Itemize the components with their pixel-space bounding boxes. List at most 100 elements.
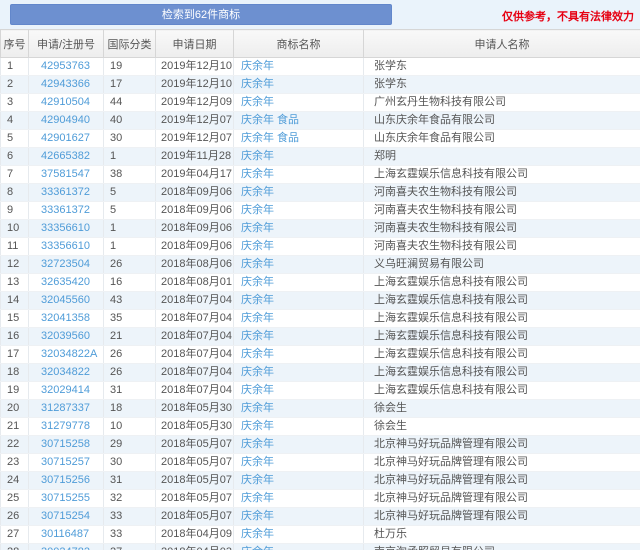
- trademark-name-link[interactable]: 庆余年: [234, 474, 274, 486]
- trademark-name-link[interactable]: 庆余年: [234, 510, 274, 522]
- row-intl-class: 1: [104, 240, 116, 252]
- reg-no-link[interactable]: 30715257: [29, 456, 90, 468]
- trademark-name-link[interactable]: 庆余年: [234, 60, 274, 72]
- trademark-name-link[interactable]: 庆余年: [234, 276, 274, 288]
- trademark-name-link[interactable]: 庆余年: [234, 456, 274, 468]
- row-applicant: 郑明: [364, 150, 396, 162]
- trademark-name-link[interactable]: 庆余年: [234, 438, 274, 450]
- row-applicant: 北京神马好玩品牌管理有限公司: [364, 510, 528, 522]
- reg-no-link[interactable]: 30024782: [29, 546, 90, 550]
- trademark-name-link[interactable]: 庆余年: [234, 222, 274, 234]
- row-seq: 9: [1, 204, 13, 216]
- row-date: 2018年09月06日: [156, 186, 234, 198]
- trademark-name-link[interactable]: 庆余年: [234, 420, 274, 432]
- trademark-name-link[interactable]: 庆余年: [234, 528, 274, 540]
- reg-no-link[interactable]: 32029414: [29, 384, 90, 396]
- row-date: 2018年05月07日: [156, 456, 234, 468]
- row-intl-class: 19: [104, 60, 122, 72]
- reg-no-link[interactable]: 33356610: [29, 222, 90, 234]
- reg-no-link[interactable]: 31287337: [29, 402, 90, 414]
- reg-no-link[interactable]: 30715254: [29, 510, 90, 522]
- row-seq: 19: [1, 384, 19, 396]
- row-applicant: 徐会生: [364, 420, 407, 432]
- table-row: 20 31287337 18 2018年05月30日 庆余年 徐会生: [1, 400, 640, 418]
- reg-no-link[interactable]: 42901627: [29, 132, 90, 144]
- row-applicant: 北京神马好玩品牌管理有限公司: [364, 438, 528, 450]
- trademark-name-link[interactable]: 庆余年: [234, 240, 274, 252]
- reg-no-link[interactable]: 32635420: [29, 276, 90, 288]
- disclaimer-text: 仅供参考，不具有法律效力: [502, 8, 634, 24]
- reg-no-link[interactable]: 32723504: [29, 258, 90, 270]
- col-header-intl-class: 国际分类: [104, 30, 156, 58]
- reg-no-link[interactable]: 31279778: [29, 420, 90, 432]
- reg-no-link[interactable]: 32034822: [29, 366, 90, 378]
- reg-no-link[interactable]: 33361372: [29, 186, 90, 198]
- row-applicant: 上海玄霆娱乐信息科技有限公司: [364, 168, 528, 180]
- trademark-name-link[interactable]: 庆余年: [234, 348, 274, 360]
- reg-no-link[interactable]: 32045560: [29, 294, 90, 306]
- trademark-name-link[interactable]: 庆余年: [234, 294, 274, 306]
- trademark-name-link[interactable]: 庆余年: [234, 330, 274, 342]
- reg-no-link[interactable]: 42910504: [29, 96, 90, 108]
- trademark-name-link[interactable]: 庆余年: [234, 96, 274, 108]
- reg-no-link[interactable]: 32039560: [29, 330, 90, 342]
- result-count-button[interactable]: 检索到62件商标: [10, 4, 392, 25]
- reg-no-link[interactable]: 33361372: [29, 204, 90, 216]
- trademark-name-link[interactable]: 庆余年: [234, 546, 274, 550]
- trademark-name-link[interactable]: 庆余年: [234, 78, 274, 90]
- row-date: 2019年11月28日: [156, 150, 234, 162]
- row-intl-class: 35: [104, 312, 122, 324]
- row-applicant: 徐会生: [364, 402, 407, 414]
- trademark-name-link[interactable]: 庆余年: [234, 150, 274, 162]
- table-row: 15 32041358 35 2018年07月04日 庆余年 上海玄霆娱乐信息科…: [1, 310, 640, 328]
- row-date: 2018年07月04日: [156, 366, 234, 378]
- table-row: 25 30715255 32 2018年05月07日 庆余年 北京神马好玩品牌管…: [1, 490, 640, 508]
- reg-no-link[interactable]: 32041358: [29, 312, 90, 324]
- row-seq: 13: [1, 276, 19, 288]
- trademark-name-link[interactable]: 庆余年: [234, 402, 274, 414]
- trademark-name-link[interactable]: 庆余年: [234, 366, 274, 378]
- table-row: 14 32045560 43 2018年07月04日 庆余年 上海玄霆娱乐信息科…: [1, 292, 640, 310]
- trademark-name-link[interactable]: 庆余年: [234, 384, 274, 396]
- reg-no-link[interactable]: 37581547: [29, 168, 90, 180]
- reg-no-link[interactable]: 32034822A: [29, 348, 97, 360]
- trademark-name-link[interactable]: 庆余年: [234, 312, 274, 324]
- row-intl-class: 29: [104, 438, 122, 450]
- reg-no-link[interactable]: 30715255: [29, 492, 90, 504]
- reg-no-link[interactable]: 30715258: [29, 438, 90, 450]
- table-row: 5 42901627 30 2019年12月07日 庆余年 食品 山东庆余年食品…: [1, 130, 640, 148]
- row-seq: 11: [1, 240, 18, 252]
- reg-no-link[interactable]: 33356610: [29, 240, 90, 252]
- row-seq: 1: [1, 60, 13, 72]
- row-date: 2019年12月07日: [156, 132, 234, 144]
- row-date: 2018年05月07日: [156, 492, 234, 504]
- row-applicant: 上海玄霆娱乐信息科技有限公司: [364, 384, 528, 396]
- row-seq: 15: [1, 312, 19, 324]
- row-applicant: 山东庆余年食品有限公司: [364, 114, 495, 126]
- trademark-name-link[interactable]: 庆余年: [234, 186, 274, 198]
- reg-no-link[interactable]: 42943366: [29, 78, 90, 90]
- table-row: 9 33361372 5 2018年09月06日 庆余年 河南喜夫农生物科技有限…: [1, 202, 640, 220]
- trademark-name-link[interactable]: 庆余年: [234, 168, 274, 180]
- row-seq: 14: [1, 294, 19, 306]
- reg-no-link[interactable]: 42665382: [29, 150, 90, 162]
- trademark-name-link[interactable]: 庆余年: [234, 258, 274, 270]
- row-date: 2018年04月09日: [156, 528, 234, 540]
- table-row: 8 33361372 5 2018年09月06日 庆余年 河南喜夫农生物科技有限…: [1, 184, 640, 202]
- row-seq: 3: [1, 96, 13, 108]
- row-seq: 4: [1, 114, 13, 126]
- row-intl-class: 10: [104, 420, 122, 432]
- table-row: 7 37581547 38 2019年04月17日 庆余年 上海玄霆娱乐信息科技…: [1, 166, 640, 184]
- reg-no-link[interactable]: 30116487: [29, 528, 89, 540]
- row-date: 2019年12月09日: [156, 96, 234, 108]
- reg-no-link[interactable]: 42953763: [29, 60, 90, 72]
- reg-no-link[interactable]: 30715256: [29, 474, 90, 486]
- trademark-name-link[interactable]: 庆余年 食品: [234, 114, 299, 126]
- table-row: 24 30715256 31 2018年05月07日 庆余年 北京神马好玩品牌管…: [1, 472, 640, 490]
- trademark-name-link[interactable]: 庆余年 食品: [234, 132, 299, 144]
- row-applicant: 南京淘承照贸易有限公司: [364, 546, 495, 550]
- trademark-name-link[interactable]: 庆余年: [234, 492, 274, 504]
- reg-no-link[interactable]: 42904940: [29, 114, 90, 126]
- trademark-name-link[interactable]: 庆余年: [234, 204, 274, 216]
- table-row: 21 31279778 10 2018年05月30日 庆余年 徐会生: [1, 418, 640, 436]
